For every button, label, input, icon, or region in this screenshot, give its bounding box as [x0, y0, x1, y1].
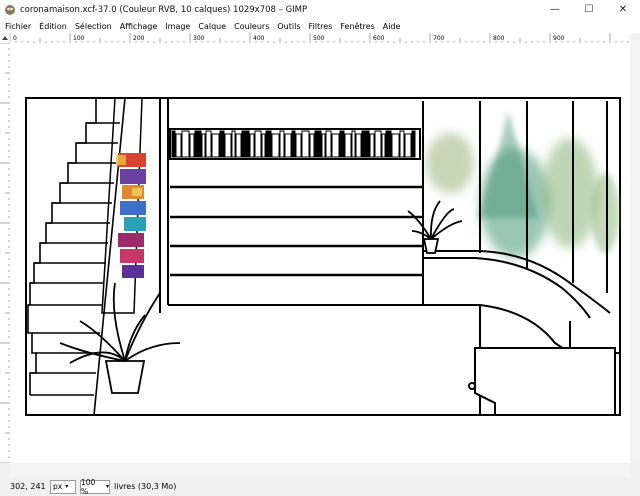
book-spine	[241, 130, 250, 158]
book-spine	[211, 133, 220, 158]
book-spine	[235, 133, 242, 158]
book-spine	[314, 130, 322, 158]
book-spine	[381, 133, 386, 158]
minimize-button[interactable]: —	[538, 0, 572, 19]
window-trees	[426, 111, 619, 258]
menu-edition[interactable]: Édition	[35, 22, 71, 31]
window-title: coronamaison.xcf-37.0 (Couleur RVB, 10 c…	[20, 4, 308, 15]
book-spine	[279, 130, 285, 158]
floor	[130, 304, 480, 416]
book-spine	[361, 130, 370, 158]
book-spine	[171, 130, 176, 158]
menu-fenetres[interactable]: Fenêtres	[336, 22, 378, 31]
book-spine	[181, 130, 190, 158]
menu-aide[interactable]: Aide	[379, 22, 405, 31]
gimp-app-icon	[5, 4, 15, 15]
image-canvas[interactable]	[10, 43, 630, 463]
book-spine	[291, 130, 296, 158]
book-spine	[404, 133, 412, 158]
unit-select[interactable]: px ▾	[50, 479, 76, 494]
posters-column	[101, 97, 146, 314]
unit-value: px	[53, 482, 63, 491]
large-plant	[59, 282, 181, 394]
book-spine	[411, 130, 416, 158]
ruler-label-600: 600	[373, 35, 385, 42]
ruler-label-100: 100	[73, 35, 85, 42]
book-spine	[355, 133, 362, 158]
menu-affichage[interactable]: Affichage	[116, 22, 162, 31]
chevron-down-icon: ▾	[105, 483, 109, 490]
drawing-illustration	[25, 97, 621, 416]
book-spine	[205, 130, 212, 158]
ruler-label-800: 800	[493, 35, 505, 42]
maximize-button[interactable]: ☐	[572, 0, 606, 19]
chevron-down-icon: ▾	[65, 483, 69, 490]
book-spine	[261, 133, 266, 158]
menu-fichier[interactable]: Fichier	[0, 22, 35, 31]
book-spine	[271, 133, 280, 158]
menu-couleurs[interactable]: Couleurs	[230, 22, 273, 31]
bookshelf	[169, 128, 423, 277]
book-spine	[254, 130, 262, 158]
book-spine	[301, 130, 310, 158]
book-spine	[331, 133, 340, 158]
book-spine	[194, 130, 202, 158]
vertical-ruler-ticks	[0, 43, 10, 463]
ruler-label-500: 500	[313, 35, 325, 42]
book-spine	[351, 130, 356, 158]
window-controls: — ☐ ✕	[538, 0, 640, 19]
book-spine	[339, 130, 345, 158]
menu-calque[interactable]: Calque	[194, 22, 230, 31]
book-spine	[219, 130, 225, 158]
close-button[interactable]: ✕	[606, 0, 640, 19]
ruler-label-300: 300	[193, 35, 205, 42]
book-spine	[391, 133, 400, 158]
book-spine	[374, 130, 382, 158]
book-spine	[325, 130, 332, 158]
book-spine	[224, 133, 232, 158]
book-spine	[284, 133, 292, 158]
book-spine	[399, 130, 405, 158]
book-spine	[321, 133, 326, 158]
book-spine	[309, 133, 315, 158]
ruler-label-400: 400	[253, 35, 265, 42]
horizontal-ruler-ticks: 0 100 200 300 400 500 600 700 800 900	[10, 33, 629, 43]
zoom-value: 100 %	[81, 477, 96, 496]
book-spine	[175, 133, 182, 158]
title-bar: coronamaison.xcf-37.0 (Couleur RVB, 10 c…	[0, 0, 640, 19]
menu-image[interactable]: Image	[161, 22, 194, 31]
pointer-coordinates: 302, 241	[10, 482, 46, 491]
book-spine	[265, 130, 272, 158]
quick-mask-icon	[2, 36, 8, 40]
ruler-label-700: 700	[433, 35, 445, 42]
book-spine	[369, 133, 375, 158]
book-spine	[295, 133, 302, 158]
ruler-label-900: 900	[553, 35, 565, 42]
book-spine	[189, 133, 195, 158]
ruler-label-0: 0	[13, 35, 17, 42]
side-table	[468, 347, 616, 416]
pillars	[159, 98, 169, 313]
book-spine	[231, 130, 236, 158]
ruler-label-200: 200	[133, 35, 145, 42]
book-spine	[201, 133, 206, 158]
layer-info: livres (30,3 Mo)	[114, 482, 177, 491]
book-spine	[249, 133, 255, 158]
vertical-scrollbar[interactable]	[630, 33, 640, 463]
zoom-select[interactable]: 100 % ▾	[80, 477, 110, 496]
book-spine	[344, 133, 352, 158]
menu-outils[interactable]: Outils	[273, 22, 304, 31]
menu-selection[interactable]: Sélection	[71, 22, 116, 31]
status-bar: 302, 241 px ▾ 100 % ▾ livres (30,3 Mo)	[0, 477, 640, 496]
menu-bar: Fichier Édition Sélection Affichage Imag…	[0, 19, 640, 33]
book-spine	[385, 130, 392, 158]
horizontal-scrollbar[interactable]	[10, 463, 630, 477]
menu-filtres[interactable]: Filtres	[305, 22, 337, 31]
